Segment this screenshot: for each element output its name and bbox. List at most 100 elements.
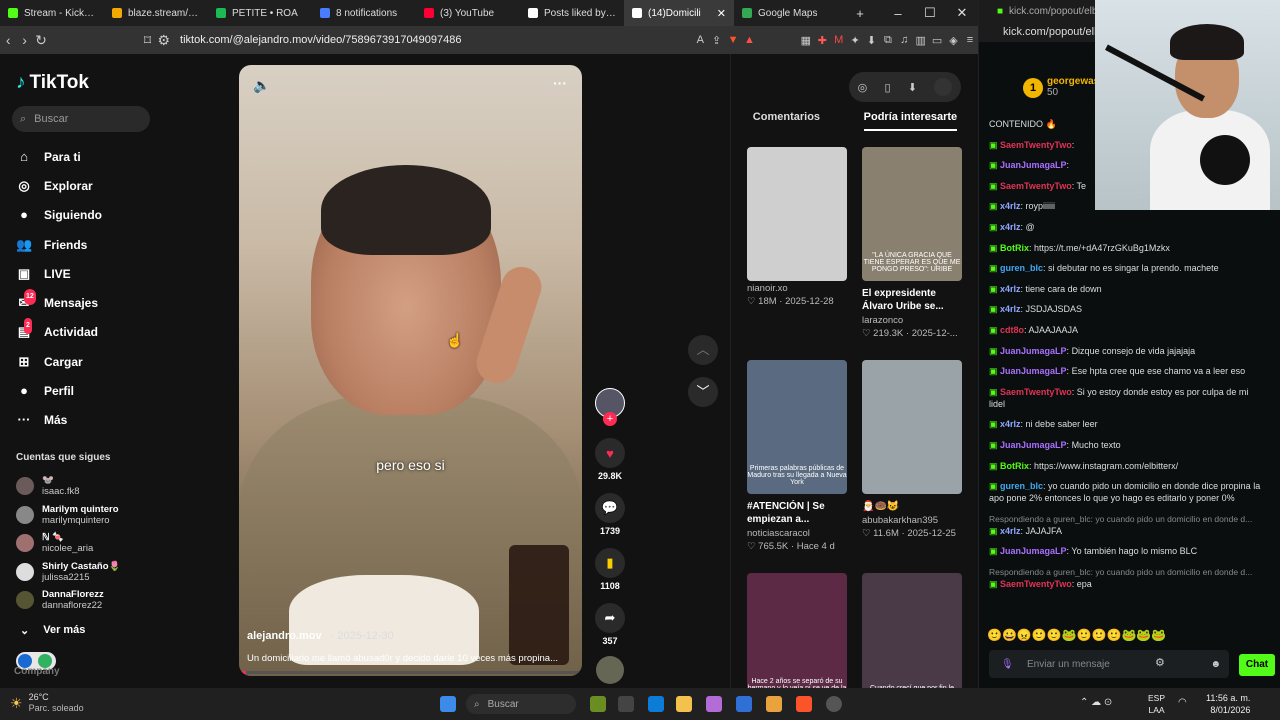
edge-icon[interactable]: [648, 696, 664, 712]
tab-comments[interactable]: Comentarios: [753, 111, 820, 131]
close-tab-icon[interactable]: ✕: [717, 7, 726, 20]
chat-username[interactable]: x4rlz: [1000, 419, 1021, 429]
chat-username[interactable]: SaemTwentyTwo: [1000, 579, 1072, 589]
close-window-button[interactable]: ✕: [946, 5, 978, 21]
sidebar-item-3[interactable]: 👥 Friends: [16, 230, 156, 259]
browser-tab[interactable]: 8 notifications: [312, 0, 416, 26]
browser-tab[interactable]: Stream - Kick Dashb: [0, 0, 104, 26]
puzzle-icon[interactable]: ✦: [847, 34, 863, 47]
chat-username[interactable]: BotRix: [1000, 243, 1029, 253]
chat-tools-icon[interactable]: ⚙: [1155, 656, 1165, 669]
store-icon[interactable]: [736, 696, 752, 712]
browser-tab[interactable]: Posts liked by ElBitt: [520, 0, 624, 26]
chat-username[interactable]: x4rlz: [1000, 526, 1021, 536]
emote-bar[interactable]: 🙂😀😠🙂🙂🐸🙂🙂🙂🐸🐸🐸: [987, 628, 1267, 642]
music-disc-icon[interactable]: [596, 656, 624, 684]
sidebar-item-9[interactable]: ··· Más: [16, 406, 156, 435]
sidebar-item-2[interactable]: ● Siguiendo: [16, 201, 156, 230]
rewards-icon[interactable]: ▲: [741, 34, 757, 46]
suggested-video-card[interactable]: 🎅🍩😺 abubakarkhan395 ♡ 11.6M · 2025-12-25: [862, 360, 962, 539]
send-chat-button[interactable]: Chat: [1239, 654, 1275, 676]
tiktok-logo[interactable]: ♪ TikTok: [16, 72, 89, 94]
reload-icon[interactable]: ↻: [33, 32, 49, 49]
app-icon[interactable]: [706, 696, 722, 712]
following-account[interactable]: Marilym quintero marilymquintero: [16, 501, 156, 530]
following-account[interactable]: Shirly Castaño🌷 julissa2215: [16, 558, 156, 587]
brave-shield-icon[interactable]: ▼: [725, 34, 741, 46]
chat-username[interactable]: guren_blc: [1000, 481, 1043, 491]
tab-suggested[interactable]: Podría interesarte: [863, 111, 958, 131]
volume-icon[interactable]: 🔈: [253, 77, 270, 94]
chat-username[interactable]: guren_blc: [1000, 263, 1043, 273]
more-options-icon[interactable]: ···: [553, 75, 567, 91]
chat-username[interactable]: SaemTwentyTwo: [1000, 181, 1072, 191]
mic-icon[interactable]: 🎙: [1001, 659, 1014, 670]
browser-tab[interactable]: (3) YouTube: [416, 0, 520, 26]
chat-username[interactable]: JuanJumagaLP: [1000, 346, 1067, 356]
save-button[interactable]: ▮: [595, 548, 625, 578]
obs-icon[interactable]: [826, 696, 842, 712]
share-button[interactable]: ➦: [595, 603, 625, 633]
extension-icon[interactable]: ▦: [798, 34, 814, 47]
chat-username[interactable]: JuanJumagaLP: [1000, 546, 1067, 556]
chat-username[interactable]: x4rlz: [1000, 201, 1021, 211]
following-account[interactable]: DannaFlorezz dannaflorez22: [16, 586, 156, 615]
vpn-icon[interactable]: ◈: [945, 34, 961, 47]
chat-username[interactable]: x4rlz: [1000, 304, 1021, 314]
chat-username[interactable]: JuanJumagaLP: [1000, 160, 1067, 170]
explorer-icon[interactable]: [676, 696, 692, 712]
sidebar-item-6[interactable]: ▤2 Actividad: [16, 318, 156, 347]
url-field[interactable]: tiktok.com/@alejandro.mov/video/75896739…: [172, 29, 692, 51]
site-info-icon[interactable]: ⚙: [156, 32, 172, 49]
next-video-button[interactable]: ﹀: [688, 377, 718, 407]
suggested-video-card[interactable]: "LA ÚNICA GRACIA QUE TIENE ESPERAR ES QU…: [862, 147, 962, 339]
tray-icons[interactable]: ⌃ ☁ ⊙: [1080, 697, 1112, 708]
video-player[interactable]: 🔈 ··· pero eso si alejandro.mov · 2025-1…: [239, 65, 582, 676]
menu-icon[interactable]: ≡: [962, 34, 978, 46]
sidebar-icon[interactable]: ▥: [913, 34, 929, 47]
phone-icon[interactable]: ▯: [885, 81, 891, 94]
maximize-button[interactable]: ☐: [914, 5, 946, 21]
download-icon[interactable]: ⬇: [908, 81, 917, 94]
folder-icon[interactable]: [766, 696, 782, 712]
clock[interactable]: 11:56 a. m. 8/01/2026: [1206, 692, 1250, 716]
video-description[interactable]: Un domiciliario me llamó abusad0r y deci…: [247, 653, 577, 664]
task-view-icon[interactable]: [618, 696, 634, 712]
follow-plus-icon[interactable]: +: [603, 412, 617, 426]
brave-icon[interactable]: [796, 696, 812, 712]
previous-video-button[interactable]: ︿: [688, 335, 718, 365]
sidebar-item-8[interactable]: ● Perfil: [16, 376, 156, 405]
weather-widget[interactable]: ☀ 26°C Parc. soleado: [10, 692, 84, 714]
company-link[interactable]: Company: [14, 666, 60, 677]
chat-username[interactable]: SaemTwentyTwo: [1000, 387, 1072, 397]
like-button[interactable]: ♥: [595, 438, 625, 468]
sidebar-item-0[interactable]: ⌂ Para ti: [16, 142, 156, 171]
extension-icon[interactable]: ⧉: [880, 34, 896, 47]
wifi-icon[interactable]: ◠: [1178, 697, 1187, 708]
browser-tab[interactable]: PETITE • ROA: [208, 0, 312, 26]
comment-button[interactable]: 💬: [595, 493, 625, 523]
extension-icon[interactable]: M: [830, 34, 846, 46]
avatar[interactable]: [934, 78, 953, 96]
emoji-icon[interactable]: ☻: [1210, 659, 1221, 670]
taskbar-search[interactable]: ⌕ Buscar: [466, 694, 576, 714]
minimize-button[interactable]: –: [882, 6, 914, 21]
start-icon[interactable]: [440, 696, 456, 712]
video-progress-bar[interactable]: [239, 671, 582, 674]
widget-icon[interactable]: [590, 696, 606, 712]
sidebar-item-7[interactable]: ⊞ Cargar: [16, 347, 156, 376]
suggested-video-card[interactable]: Cuando crecí que por fin le sonreí a la …: [862, 573, 962, 707]
chat-input[interactable]: 🎙 Enviar un mensaje ☻: [989, 650, 1229, 678]
chat-username[interactable]: BotRix: [1000, 461, 1029, 471]
extension-icon[interactable]: ✚: [814, 34, 830, 47]
sidebar-item-5[interactable]: ✉ 12 Mensajes: [16, 288, 156, 317]
forward-icon[interactable]: ›: [16, 32, 32, 48]
sidebar-item-1[interactable]: ◎ Explorar: [16, 171, 156, 200]
new-tab-button[interactable]: +: [844, 6, 876, 21]
wallet-icon[interactable]: ▭: [929, 34, 945, 47]
back-icon[interactable]: ‹: [0, 32, 16, 48]
share-icon[interactable]: ⇪: [708, 34, 724, 47]
suggested-video-card[interactable]: Hace 2 años se separó de su hermano y lo…: [747, 573, 847, 707]
browser-tab[interactable]: blaze.stream/elbitte: [104, 0, 208, 26]
browser-tab[interactable]: (14)Domicili ✕: [624, 0, 734, 26]
